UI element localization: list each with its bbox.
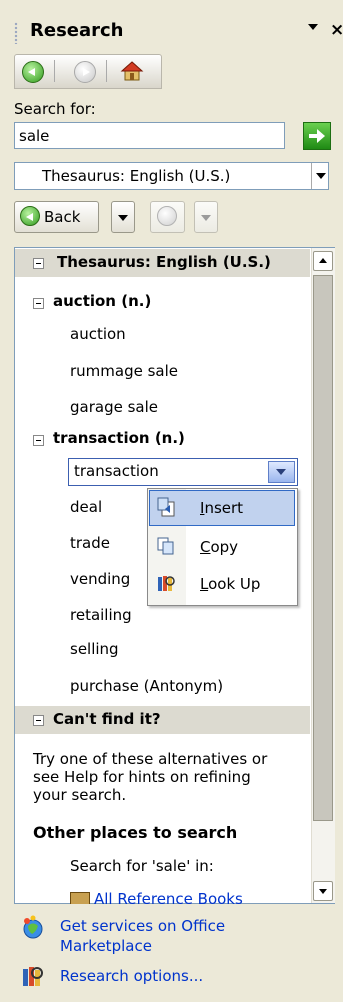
section-title: Thesaurus: English (U.S.) [57,253,271,271]
list-item[interactable]: rummage sale [70,362,178,380]
collapse-icon[interactable] [33,435,44,446]
scroll-up-icon[interactable] [313,251,333,271]
scroll-down-icon[interactable] [313,881,333,901]
help-text-line: Try one of these alternatives or [33,750,268,768]
search-for-label: Search for: [14,100,96,118]
section-title: Can't find it? [53,710,161,728]
all-reference-books-row[interactable]: All Reference Books [70,888,312,904]
chevron-down-icon[interactable] [268,461,295,483]
all-reference-books-link[interactable]: All Reference Books [94,890,243,904]
separator [311,163,312,189]
synonym-dropdown-value: transaction [74,462,159,480]
list-item[interactable]: trade [70,534,110,552]
list-item[interactable]: deal [70,498,102,516]
pane-menu-arrow-icon[interactable] [308,24,318,30]
chevron-down-icon [201,215,211,221]
help-text: Try one of these alternatives or see Hel… [33,750,267,804]
close-icon[interactable]: × [330,20,343,40]
search-input[interactable]: sale [14,122,285,149]
research-options-icon [20,963,46,989]
home-icon[interactable] [120,60,144,82]
menu-item-label: nsert [204,499,244,517]
marketplace-link[interactable]: Get services on Office Marketplace [60,916,225,956]
help-text-line: your search. [33,786,127,804]
research-options-link[interactable]: Research options... [60,967,203,985]
other-places-heading: Other places to search [33,823,238,842]
go-arrow-icon[interactable] [303,122,331,150]
toolbar-grip[interactable] [14,22,18,44]
marketplace-link-line: Get services on Office [60,917,226,935]
context-menu-item-lookup[interactable]: Look Up [200,575,260,593]
menu-item-label: opy [210,538,239,556]
list-item[interactable]: selling [70,640,119,658]
help-text-line: see Help for hints on refining [33,768,251,786]
group-heading[interactable]: auction (n.) [53,292,151,310]
copy-icon [156,536,176,556]
accel-key: L [200,575,209,593]
separator [54,60,55,82]
forward-arrow-icon [157,206,177,226]
lookup-icon [156,573,176,593]
back-button-label: Back [44,208,81,226]
context-menu-item-insert[interactable]: Insert [200,499,243,517]
chevron-down-icon [118,215,128,221]
scroll-thumb[interactable] [313,275,333,821]
group-heading[interactable]: transaction (n.) [53,429,185,447]
marketplace-icon [20,915,46,941]
collapse-icon[interactable] [33,258,44,269]
collapse-icon[interactable] [33,715,44,726]
marketplace-link-line: Marketplace [60,937,152,955]
context-menu-item-copy[interactable]: Copy [200,538,238,556]
pane-title: Research [30,20,124,41]
source-select-value: Thesaurus: English (U.S.) [42,167,231,185]
list-item[interactable]: purchase (Antonym) [70,677,223,695]
collapse-icon[interactable] [33,298,44,309]
books-icon [70,892,90,904]
list-item[interactable]: garage sale [70,398,158,416]
menu-item-label: ook Up [208,575,261,593]
accel-key: C [200,538,211,556]
search-in-label: Search for 'sale' in: [70,857,214,875]
insert-icon [156,497,176,517]
chevron-down-icon[interactable] [316,173,326,179]
forward-arrow-icon[interactable] [74,61,96,83]
separator [106,60,107,82]
list-item[interactable]: retailing [70,606,132,624]
back-arrow-icon[interactable] [22,61,44,83]
list-item[interactable]: auction [70,325,126,343]
back-arrow-icon [20,206,40,226]
list-item[interactable]: vending [70,570,130,588]
